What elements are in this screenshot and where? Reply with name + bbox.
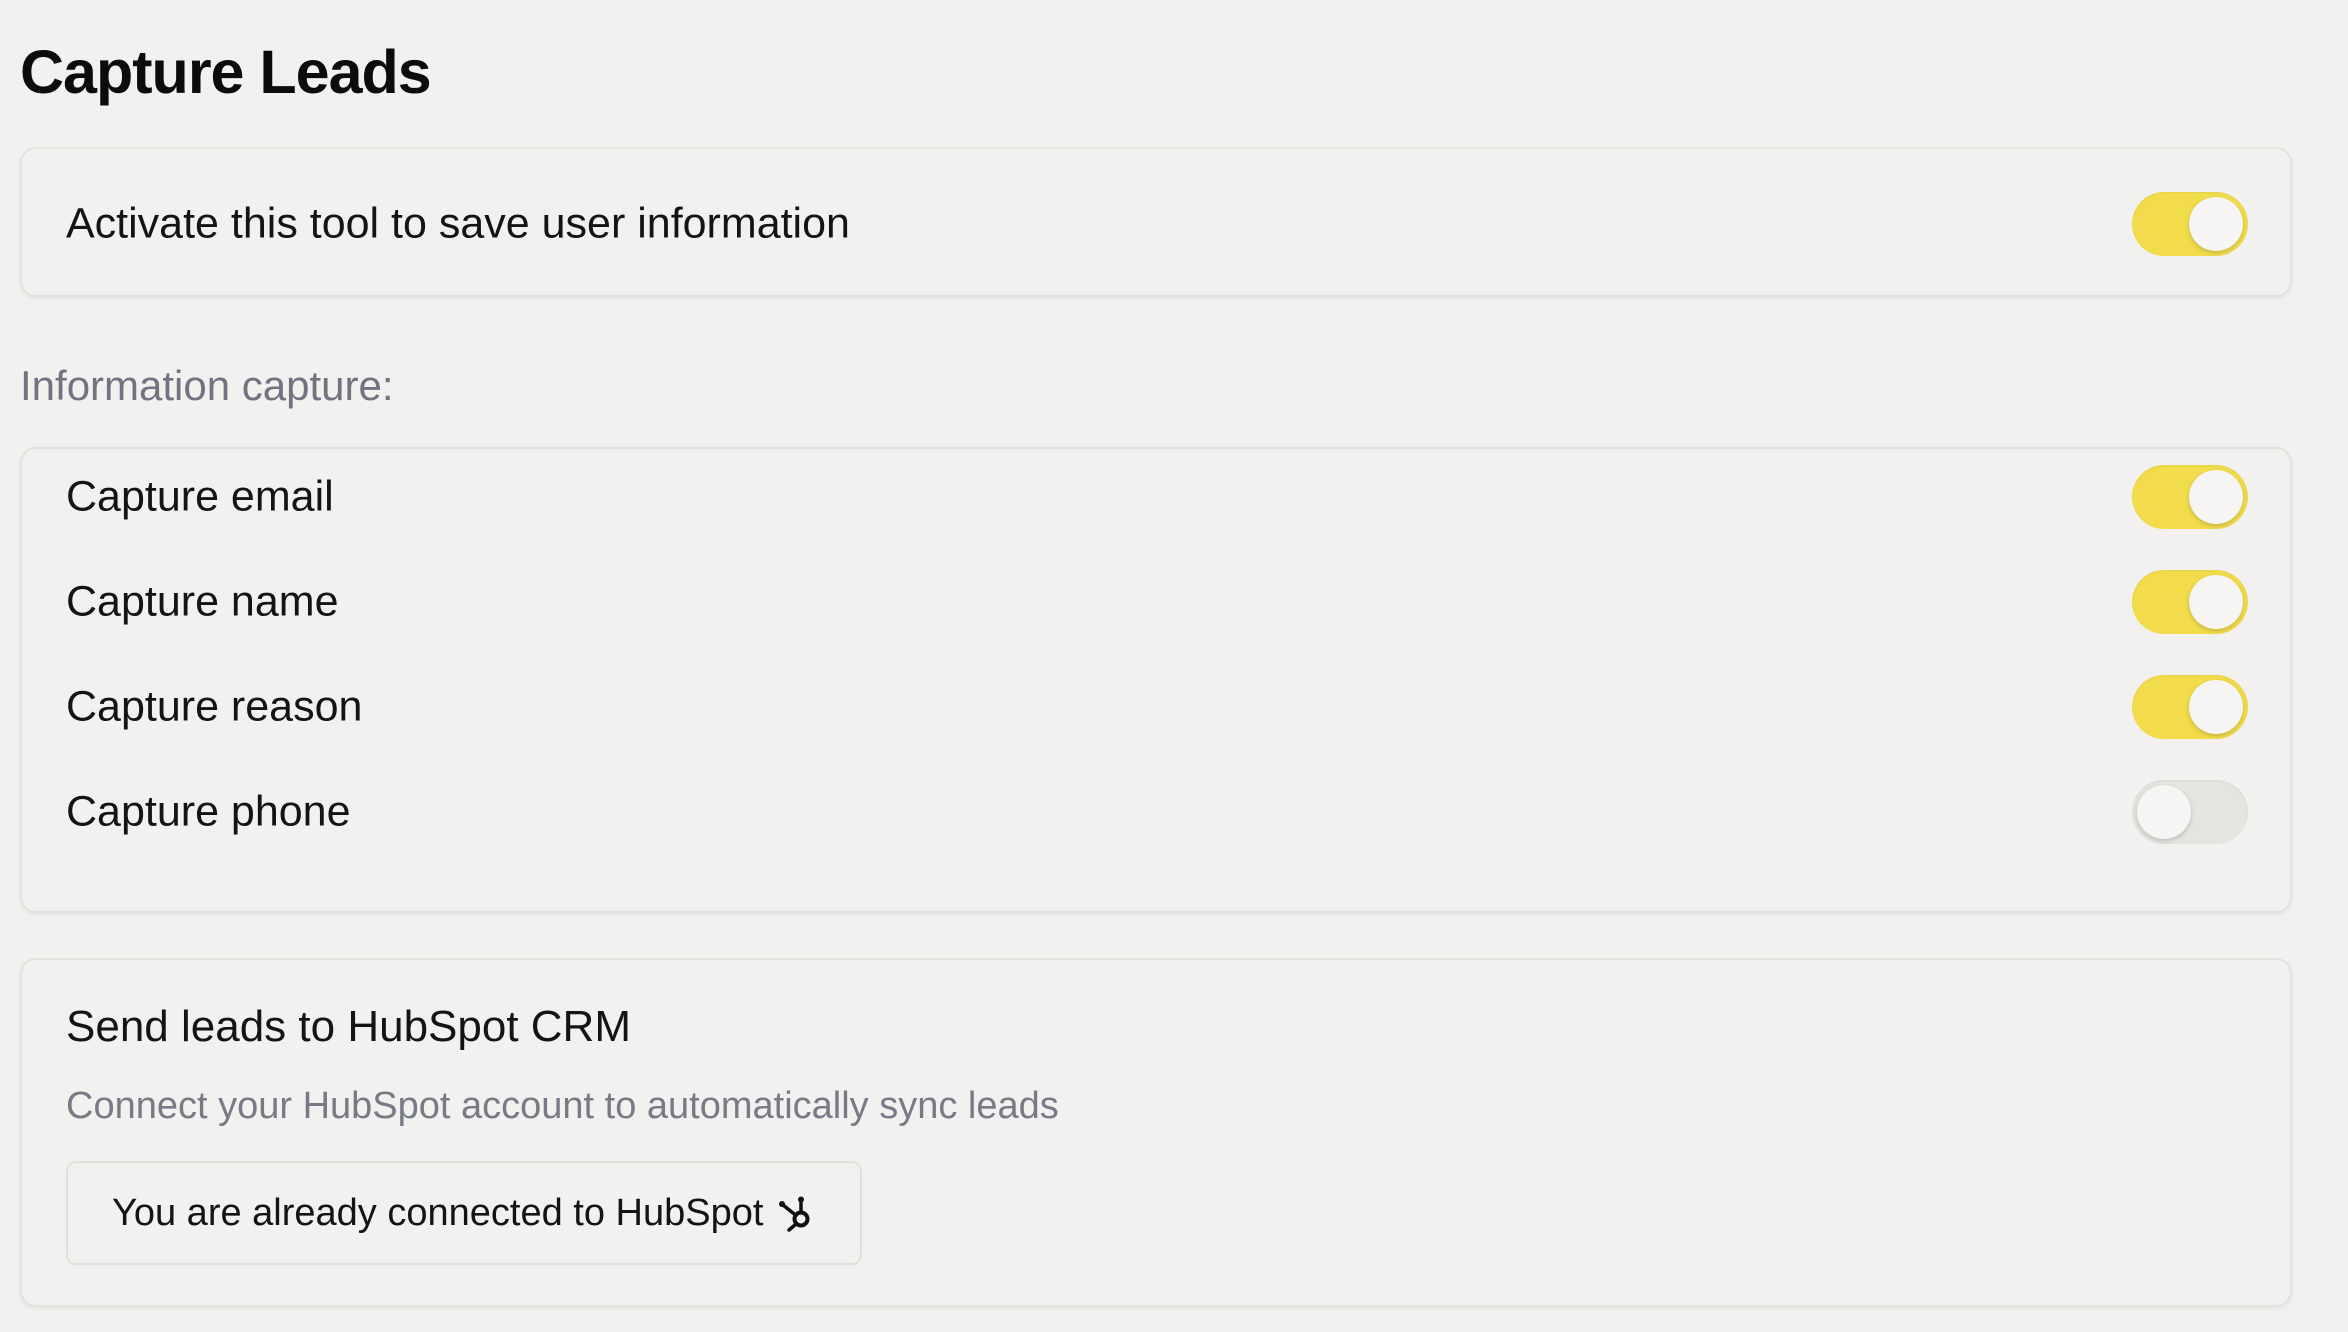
capture-reason-toggle[interactable] [2132, 675, 2248, 739]
hubspot-card: Send leads to HubSpot CRM Connect your H… [20, 958, 2292, 1307]
activate-toggle[interactable] [2132, 192, 2248, 256]
activate-card: Activate this tool to save user informat… [20, 147, 2292, 297]
capture-reason-row: Capture reason [22, 667, 2290, 747]
capture-email-toggle[interactable] [2132, 465, 2248, 529]
capture-name-toggle[interactable] [2132, 570, 2248, 634]
toggle-knob [2189, 470, 2243, 524]
capture-name-label: Capture name [66, 577, 339, 626]
capture-email-label: Capture email [66, 472, 334, 521]
hubspot-title: Send leads to HubSpot CRM [66, 1002, 631, 1051]
section-label-information-capture: Information capture: [20, 362, 394, 409]
toggle-knob [2189, 575, 2243, 629]
activate-label: Activate this tool to save user informat… [66, 199, 850, 248]
activate-row: Activate this tool to save user informat… [22, 184, 2290, 264]
hubspot-icon [777, 1193, 817, 1233]
toggle-knob [2189, 680, 2243, 734]
capture-email-row: Capture email [22, 457, 2290, 537]
capture-options-card: Capture email Capture name Capture reaso… [20, 447, 2292, 913]
capture-phone-toggle[interactable] [2132, 780, 2248, 844]
page-title: Capture Leads [20, 38, 432, 106]
hubspot-connected-button[interactable]: You are already connected to HubSpot [66, 1161, 862, 1265]
capture-phone-label: Capture phone [66, 787, 351, 836]
capture-reason-label: Capture reason [66, 682, 363, 731]
toggle-knob [2137, 785, 2191, 839]
capture-name-row: Capture name [22, 562, 2290, 642]
capture-phone-row: Capture phone [22, 772, 2290, 852]
hubspot-button-label: You are already connected to HubSpot [112, 1191, 764, 1234]
toggle-knob [2189, 197, 2243, 251]
hubspot-description: Connect your HubSpot account to automati… [66, 1085, 1059, 1127]
